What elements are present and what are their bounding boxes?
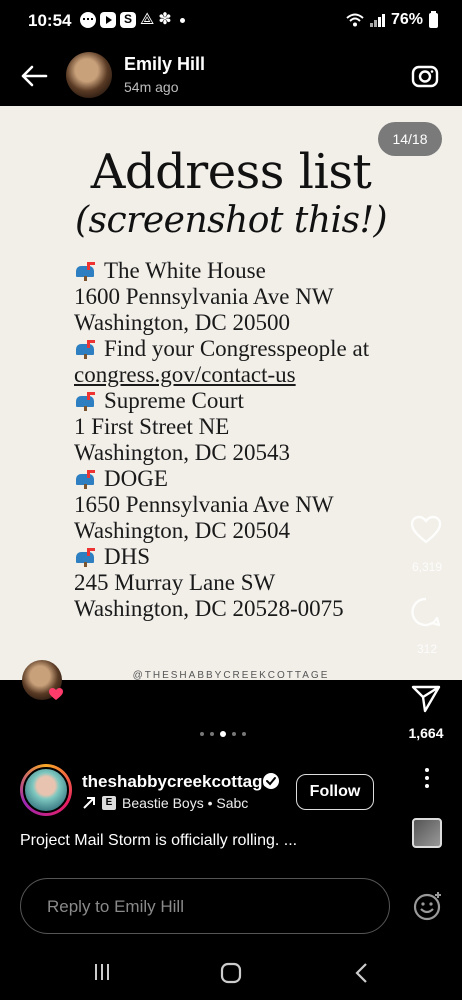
system-icons: 76% bbox=[346, 10, 438, 29]
carousel-dot bbox=[220, 731, 226, 737]
youtube-icon bbox=[100, 12, 116, 28]
address-text: 1650 Pennsylvania Ave NW bbox=[74, 492, 334, 517]
watermark: @THESHABBYCREEKCOTTAGE bbox=[132, 670, 330, 680]
mailbox-icon bbox=[74, 548, 96, 567]
address-text: Washington, DC 20543 bbox=[74, 440, 291, 465]
carousel-dot bbox=[200, 732, 204, 736]
back-arrow-icon[interactable] bbox=[18, 60, 50, 92]
address-text: Washington, DC 20504 bbox=[74, 518, 291, 543]
address-text: 1600 Pennsylvania Ave NW bbox=[74, 284, 334, 309]
nav-back-icon[interactable] bbox=[352, 962, 372, 984]
caption[interactable]: Project Mail Storm is officially rolling… bbox=[20, 832, 297, 850]
recent-apps-icon[interactable] bbox=[92, 962, 112, 982]
address-line[interactable]: congress.gov/contact-us bbox=[74, 362, 369, 388]
send-icon[interactable] bbox=[410, 682, 442, 714]
address-line: Washington, DC 20528-0075 bbox=[74, 596, 369, 622]
address-line: 1 First Street NE bbox=[74, 414, 369, 440]
reply-placeholder: Reply to Emily Hill bbox=[47, 897, 184, 916]
author-avatar[interactable] bbox=[66, 52, 112, 98]
story-header: Emily Hill 54m ago bbox=[0, 44, 462, 106]
mailbox-icon bbox=[74, 470, 96, 489]
more-options-icon[interactable] bbox=[420, 766, 434, 792]
author-name[interactable]: Emily Hill bbox=[124, 54, 205, 75]
address-line: 1600 Pennsylvania Ave NW bbox=[74, 284, 369, 310]
reply-input[interactable]: Reply to Emily Hill bbox=[20, 878, 390, 934]
square-app-icon bbox=[120, 12, 136, 28]
address-line: Washington, DC 20504 bbox=[74, 518, 369, 544]
arrow-up-right-icon bbox=[83, 797, 95, 809]
address-link[interactable]: congress.gov/contact-us bbox=[74, 362, 296, 387]
address-text: 1 First Street NE bbox=[74, 414, 230, 439]
music-row[interactable]: E Beastie Boys • Sabc bbox=[82, 795, 248, 811]
status-time: 10:54 bbox=[28, 11, 72, 30]
story-content[interactable]: 14/18 Address list (screenshot this!) Th… bbox=[0, 106, 462, 680]
status-bar: 10:54 ⟁ ✽ 76% bbox=[0, 0, 462, 44]
address-line: Washington, DC 20543 bbox=[74, 440, 369, 466]
home-icon[interactable] bbox=[220, 962, 242, 984]
follow-button[interactable]: Follow bbox=[296, 774, 374, 810]
wifi-icon bbox=[346, 13, 364, 27]
mailbox-icon bbox=[74, 392, 96, 411]
address-line: Find your Congresspeople at bbox=[74, 336, 369, 362]
music-label: Beastie Boys • Sabc bbox=[122, 795, 249, 811]
address-line: Washington, DC 20500 bbox=[74, 310, 369, 336]
airbnb-icon: ⟁ bbox=[140, 11, 155, 28]
address-line: Supreme Court bbox=[74, 388, 369, 414]
story-subtitle: (screenshot this!) bbox=[74, 200, 388, 241]
flower-icon: ✽ bbox=[158, 11, 172, 28]
verified-badge-icon bbox=[263, 773, 279, 789]
comment-count: 312 bbox=[416, 642, 438, 656]
android-nav-bar bbox=[0, 944, 462, 1000]
mailbox-icon bbox=[74, 262, 96, 281]
post-time: 54m ago bbox=[124, 79, 179, 95]
address-text: Supreme Court bbox=[104, 388, 244, 413]
more-notifications-dot bbox=[179, 17, 185, 23]
music-thumbnail[interactable] bbox=[412, 818, 442, 848]
address-text: 245 Murray Lane SW bbox=[74, 570, 276, 595]
carousel-dot bbox=[242, 732, 246, 736]
address-list: The White House 1600 Pennsylvania Ave NW W… bbox=[74, 258, 369, 622]
battery-percent: 76% bbox=[390, 11, 423, 28]
camera-icon[interactable] bbox=[410, 61, 440, 91]
address-text: Washington, DC 20528-0075 bbox=[74, 596, 344, 621]
account-avatar[interactable] bbox=[20, 764, 72, 816]
address-text: DHS bbox=[104, 544, 151, 569]
address-text: Find your Congresspeople at bbox=[104, 336, 370, 361]
story-title: Address list bbox=[90, 144, 372, 200]
messages-icon bbox=[80, 12, 96, 28]
account-handle[interactable]: theshabbycreekcottage bbox=[82, 772, 272, 792]
mailbox-icon bbox=[74, 340, 96, 359]
address-text: Washington, DC 20500 bbox=[74, 310, 291, 335]
address-line: DHS bbox=[74, 544, 369, 570]
explicit-badge: E bbox=[102, 796, 116, 810]
address-line: 1650 Pennsylvania Ave NW bbox=[74, 492, 369, 518]
signal-icon bbox=[369, 13, 385, 27]
address-line: DOGE bbox=[74, 466, 369, 492]
share-count: 1,664 bbox=[408, 725, 444, 741]
add-reaction-icon[interactable] bbox=[412, 890, 444, 922]
carousel-dot bbox=[232, 732, 236, 736]
address-line: 245 Murray Lane SW bbox=[74, 570, 369, 596]
battery-icon bbox=[429, 10, 438, 28]
heart-icon[interactable] bbox=[410, 514, 442, 546]
comment-icon[interactable] bbox=[410, 596, 442, 628]
address-line: The White House bbox=[74, 258, 369, 284]
address-text: DOGE bbox=[104, 466, 168, 491]
notification-icons: ⟁ ✽ bbox=[80, 12, 185, 28]
like-count: 6,319 bbox=[411, 560, 443, 574]
address-text: The White House bbox=[104, 258, 266, 283]
carousel-dot bbox=[210, 732, 214, 736]
heart-reaction-icon bbox=[49, 688, 63, 700]
carousel-dots bbox=[200, 731, 246, 737]
